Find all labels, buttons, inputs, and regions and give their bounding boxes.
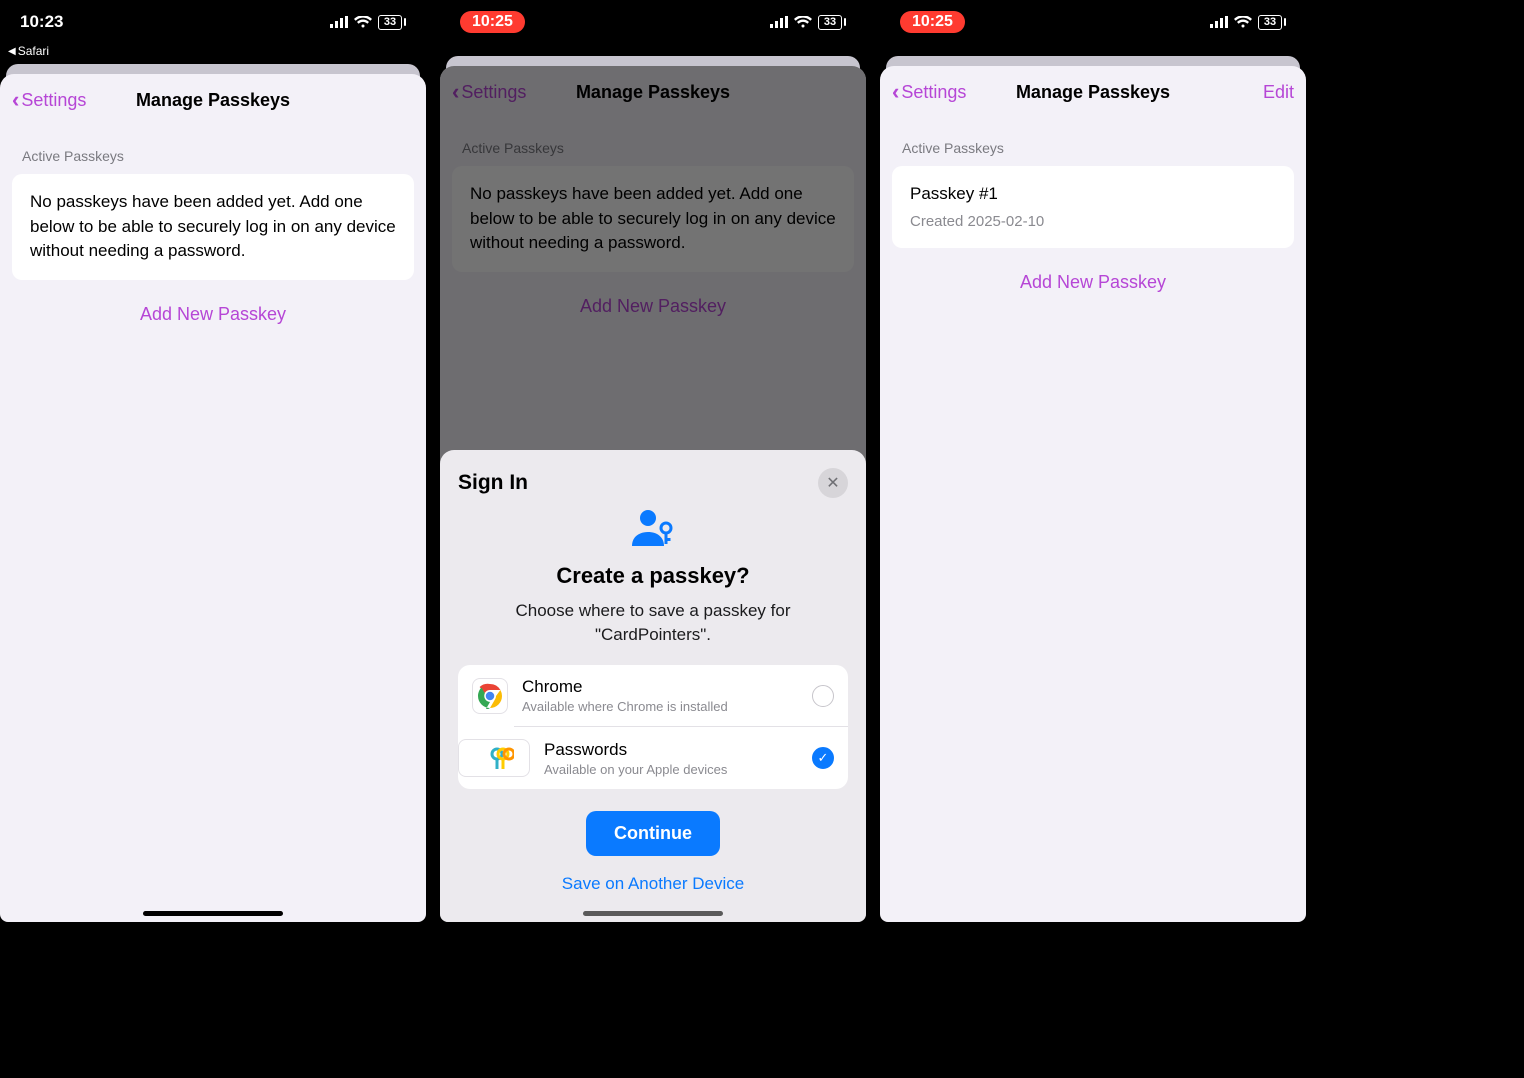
back-button[interactable]: ‹ Settings [892,81,966,103]
empty-state-cell: No passkeys have been added yet. Add one… [12,174,414,280]
section-header: Active Passkeys [880,118,1306,166]
sign-in-sheet: Sign In ✕ Create a passkey? Choose w [440,450,866,922]
cellular-icon [770,16,788,28]
phone-screen-1: 10:23 33 ◀ Safari ‹ Settings Manage Pas [0,0,426,922]
add-new-passkey-button[interactable]: Add New Passkey [880,248,1306,317]
status-bar: 10:25 33 [880,0,1306,44]
status-bar: 10:23 33 [0,0,426,44]
option-desc: Available on your Apple devices [544,762,798,777]
empty-state-text: No passkeys have been added yet. Add one… [30,192,396,260]
battery-icon: 33 [378,15,406,30]
sheet-subtitle: Choose where to save a passkey for "Card… [458,599,848,647]
wifi-icon [794,16,812,28]
cellular-icon [330,16,348,28]
content-area: ‹ Settings Manage Passkeys Active Passke… [440,66,866,922]
passkey-icon [458,508,848,553]
battery-icon: 33 [1258,15,1286,30]
home-indicator[interactable] [143,911,283,916]
wifi-icon [354,16,372,28]
close-button[interactable]: ✕ [818,468,848,498]
wifi-icon [1234,16,1252,28]
phone-screen-2: 10:25 33 ‹ Settings Manage Passkeys A [440,0,866,922]
close-icon: ✕ [826,473,839,493]
passwords-app-icon [458,739,530,777]
status-time: 10:23 [20,12,63,32]
back-label: Settings [901,82,966,103]
home-indicator[interactable] [583,911,723,916]
nav-bar: ‹ Settings Manage Passkeys Edit [880,66,1306,118]
save-options-list: Chrome Available where Chrome is install… [458,665,848,789]
content-area: ‹ Settings Manage Passkeys Active Passke… [0,74,426,922]
option-passwords[interactable]: Passwords Available on your Apple device… [514,726,848,789]
option-name: Passwords [544,740,798,760]
breadcrumb-label: Safari [18,44,49,58]
status-right: 33 [1210,15,1286,30]
radio-unchecked[interactable] [812,685,834,707]
section-header: Active Passkeys [0,126,426,174]
save-on-another-device-link[interactable]: Save on Another Device [458,874,848,894]
status-time-pill[interactable]: 10:25 [460,11,525,33]
chevron-left-icon: ‹ [892,81,899,103]
option-chrome[interactable]: Chrome Available where Chrome is install… [458,665,848,726]
chrome-icon [472,678,508,714]
phone-screen-3: 10:25 33 ‹ Settings Manage Passkeys Edit [880,0,1306,922]
back-triangle-icon: ◀ [8,46,16,57]
status-right: 33 [770,15,846,30]
edit-button[interactable]: Edit [1263,82,1294,103]
breadcrumb[interactable]: ◀ Safari [0,44,426,64]
nav-bar: ‹ Settings Manage Passkeys [0,74,426,126]
passkey-cell[interactable]: Passkey #1 Created 2025-02-10 [892,166,1294,248]
passkey-created: Created 2025-02-10 [910,211,1276,233]
option-name: Chrome [522,677,798,697]
passkey-name: Passkey #1 [910,182,1276,207]
cellular-icon [1210,16,1228,28]
status-time-pill[interactable]: 10:25 [900,11,965,33]
status-bar: 10:25 33 [440,0,866,44]
continue-button[interactable]: Continue [586,811,720,856]
back-label: Settings [21,90,86,111]
sheet-title: Create a passkey? [458,563,848,589]
radio-checked[interactable]: ✓ [812,747,834,769]
chevron-left-icon: ‹ [12,89,19,111]
battery-icon: 33 [818,15,846,30]
option-desc: Available where Chrome is installed [522,699,798,714]
status-right: 33 [330,15,406,30]
content-area: ‹ Settings Manage Passkeys Edit Active P… [880,66,1306,922]
add-new-passkey-button[interactable]: Add New Passkey [0,280,426,349]
sheet-header: Sign In [458,471,528,495]
back-button[interactable]: ‹ Settings [12,89,86,111]
